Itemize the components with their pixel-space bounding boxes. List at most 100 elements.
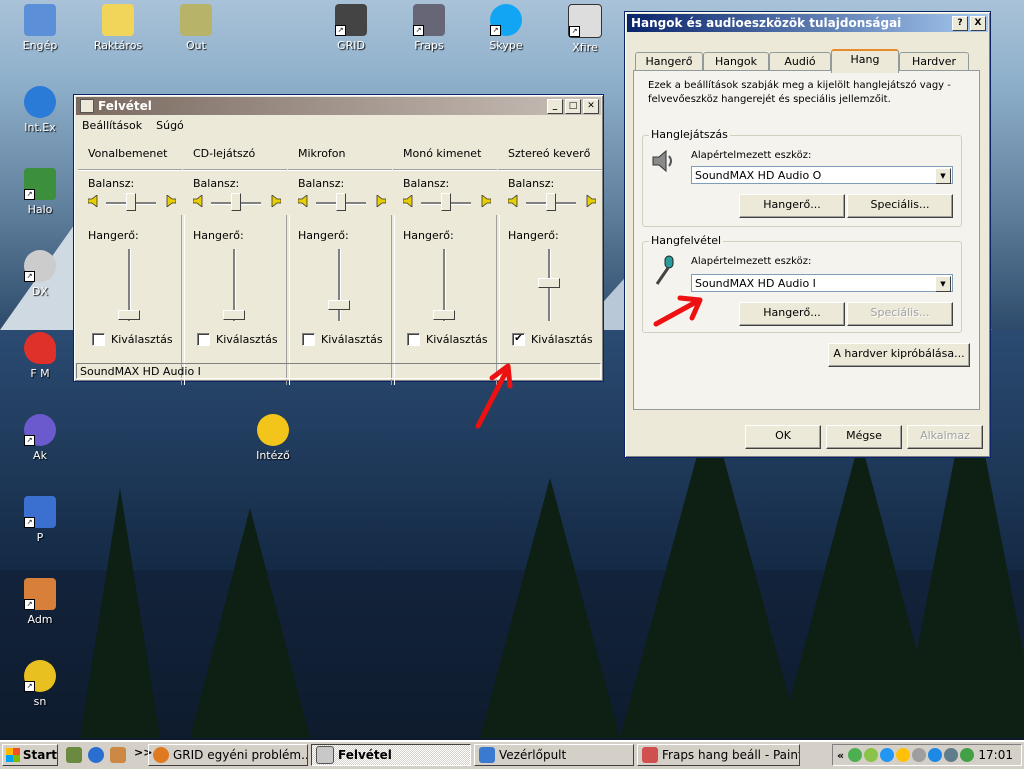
volume-slider-thumb[interactable]: [118, 309, 140, 320]
desktop-icon-p[interactable]: ↗ P: [5, 496, 75, 544]
tab-hang[interactable]: Hang: [831, 49, 899, 73]
windows-logo-icon: [6, 748, 20, 762]
desktop-icon-xfire[interactable]: ↗ Xfire: [550, 4, 620, 54]
tray-expand-button[interactable]: «: [837, 749, 844, 762]
mixer-title: Felvétel: [98, 99, 152, 113]
tray-search-icon[interactable]: [880, 748, 895, 762]
shortcut-arrow-icon: ↗: [24, 271, 35, 282]
playback-device-value: SoundMAX HD Audio O: [695, 169, 822, 182]
select-checkbox[interactable]: ✔: [512, 333, 525, 346]
tab-hangok[interactable]: Hangok: [703, 52, 769, 71]
desktop-icon-intezo[interactable]: Intéző: [238, 414, 308, 462]
apply-button[interactable]: Alkalmaz: [907, 425, 983, 449]
desktop-icon-intex[interactable]: Int.Ex: [5, 86, 75, 134]
task-control-panel[interactable]: Vezérlőpult: [474, 744, 634, 766]
desktop-icon-engep[interactable]: Engép: [5, 4, 75, 52]
tray-network-icon[interactable]: [848, 748, 863, 762]
balance-slider-thumb[interactable]: [126, 193, 136, 211]
select-checkbox-row[interactable]: Kiválasztás: [407, 333, 488, 346]
select-checkbox[interactable]: [197, 333, 210, 346]
maximize-button[interactable]: □: [565, 98, 581, 114]
help-button[interactable]: ?: [952, 15, 968, 31]
desktop-icon-label: Raktáros: [93, 39, 143, 52]
select-checkbox[interactable]: [407, 333, 420, 346]
playback-volume-button[interactable]: Hangerő...: [739, 194, 845, 218]
tab-label: Hang: [850, 53, 880, 66]
close-button[interactable]: ✕: [583, 98, 599, 114]
chevron-down-icon[interactable]: ▼: [935, 276, 951, 292]
tray-shield-icon[interactable]: [896, 748, 911, 762]
tree: [190, 508, 310, 738]
desktop-icon-grid[interactable]: ↗ GRID: [316, 4, 386, 52]
task-paint[interactable]: Fraps hang beáll - Paint: [637, 744, 800, 766]
volume-slider-thumb[interactable]: [538, 277, 560, 288]
desktop-icon-sn[interactable]: ↗ sn: [5, 660, 75, 708]
tray-safe-remove-icon[interactable]: [960, 748, 975, 762]
task-grid-forum[interactable]: GRID egyéni problém...: [148, 744, 308, 766]
tray-clock-icon[interactable]: [912, 748, 927, 762]
desktop-icon-fraps[interactable]: ↗ Fraps: [394, 4, 464, 52]
desktop-icon-halo[interactable]: ↗ Halo: [5, 168, 75, 216]
desktop-icon-fm[interactable]: F M: [5, 332, 75, 380]
volume-slider-thumb[interactable]: [223, 309, 245, 320]
minimize-button[interactable]: _: [547, 98, 563, 114]
desktop-icon-skype[interactable]: ↗ Skype: [471, 4, 541, 52]
menu-help[interactable]: Súgó: [156, 119, 184, 132]
volume-slider-thumb[interactable]: [433, 309, 455, 320]
recording-device-select[interactable]: SoundMAX HD Audio I ▼: [691, 274, 953, 292]
speaker-left-icon: [297, 194, 308, 208]
select-checkbox-row[interactable]: ✔ Kiválasztás: [512, 333, 593, 346]
dialog-close-button[interactable]: X: [970, 15, 986, 31]
volume-label: Hangerő:: [88, 229, 139, 242]
tab-hardver[interactable]: Hardver: [899, 52, 969, 71]
control-panel-icon: [479, 747, 495, 763]
select-checkbox-row[interactable]: Kiválasztás: [197, 333, 278, 346]
select-checkbox[interactable]: [92, 333, 105, 346]
microphone-icon: [651, 254, 677, 288]
select-checkbox[interactable]: [302, 333, 315, 346]
volume-slider-thumb[interactable]: [328, 300, 350, 311]
recording-volume-button[interactable]: Hangerő...: [739, 302, 845, 326]
divider: [498, 169, 602, 170]
recording-advanced-button[interactable]: Speciális...: [847, 302, 953, 326]
chevron-down-icon[interactable]: ▼: [935, 168, 951, 184]
balance-slider-thumb[interactable]: [546, 193, 556, 211]
balance-slider-thumb[interactable]: [231, 193, 241, 211]
clock[interactable]: 17:01: [978, 748, 1021, 762]
tray-volume-icon[interactable]: [944, 748, 959, 762]
desktop-icon-dx[interactable]: ↗ DX: [5, 250, 75, 298]
quicklaunch-app-icon[interactable]: [110, 747, 126, 763]
tray-update-icon[interactable]: [928, 748, 943, 762]
playback-device-select[interactable]: SoundMAX HD Audio O ▼: [691, 166, 953, 184]
select-label: Kiválasztás: [531, 333, 593, 346]
menu-settings[interactable]: Beállítások: [82, 119, 142, 132]
balance-slider-thumb[interactable]: [336, 193, 346, 211]
quicklaunch-hp-icon[interactable]: [88, 747, 104, 763]
desktop-icon-raktaros[interactable]: Raktáros: [83, 4, 153, 52]
balance-slider-thumb[interactable]: [441, 193, 451, 211]
quicklaunch-desktop-icon[interactable]: [66, 747, 82, 763]
mixer-titlebar[interactable]: Felvétel _ □ ✕: [76, 97, 601, 115]
shortcut-arrow-icon: ↗: [24, 517, 35, 528]
speaker-right-icon: [376, 194, 387, 208]
desktop-icon-ak[interactable]: ↗ Ak: [5, 414, 75, 462]
start-button[interactable]: Start: [2, 744, 58, 766]
task-felvetel[interactable]: Felvétel: [311, 744, 471, 766]
select-checkbox-row[interactable]: Kiválasztás: [302, 333, 383, 346]
desktop-icon-adm[interactable]: ↗ Adm: [5, 578, 75, 626]
cancel-button[interactable]: Mégse: [826, 425, 902, 449]
tab-hangero[interactable]: Hangerő: [635, 52, 703, 71]
tab-panel: Ezek a beállítások szabják meg a kijelöl…: [633, 70, 980, 410]
test-hardware-button[interactable]: A hardver kipróbálása...: [828, 343, 970, 367]
playback-advanced-button[interactable]: Speciális...: [847, 194, 953, 218]
desktop-icon-out[interactable]: Out: [161, 4, 231, 52]
speaker-left-icon: [507, 194, 518, 208]
select-checkbox-row[interactable]: Kiválasztás: [92, 333, 173, 346]
tab-label: Hardver: [911, 55, 957, 68]
task-label: Felvétel: [338, 748, 392, 762]
tray-msn-icon[interactable]: [864, 748, 879, 762]
tab-audio[interactable]: Audió: [769, 52, 831, 71]
ok-button[interactable]: OK: [745, 425, 821, 449]
divider: [393, 169, 497, 170]
dialog-titlebar[interactable]: Hangok és audioeszközök tulajdonságai ? …: [627, 14, 988, 32]
